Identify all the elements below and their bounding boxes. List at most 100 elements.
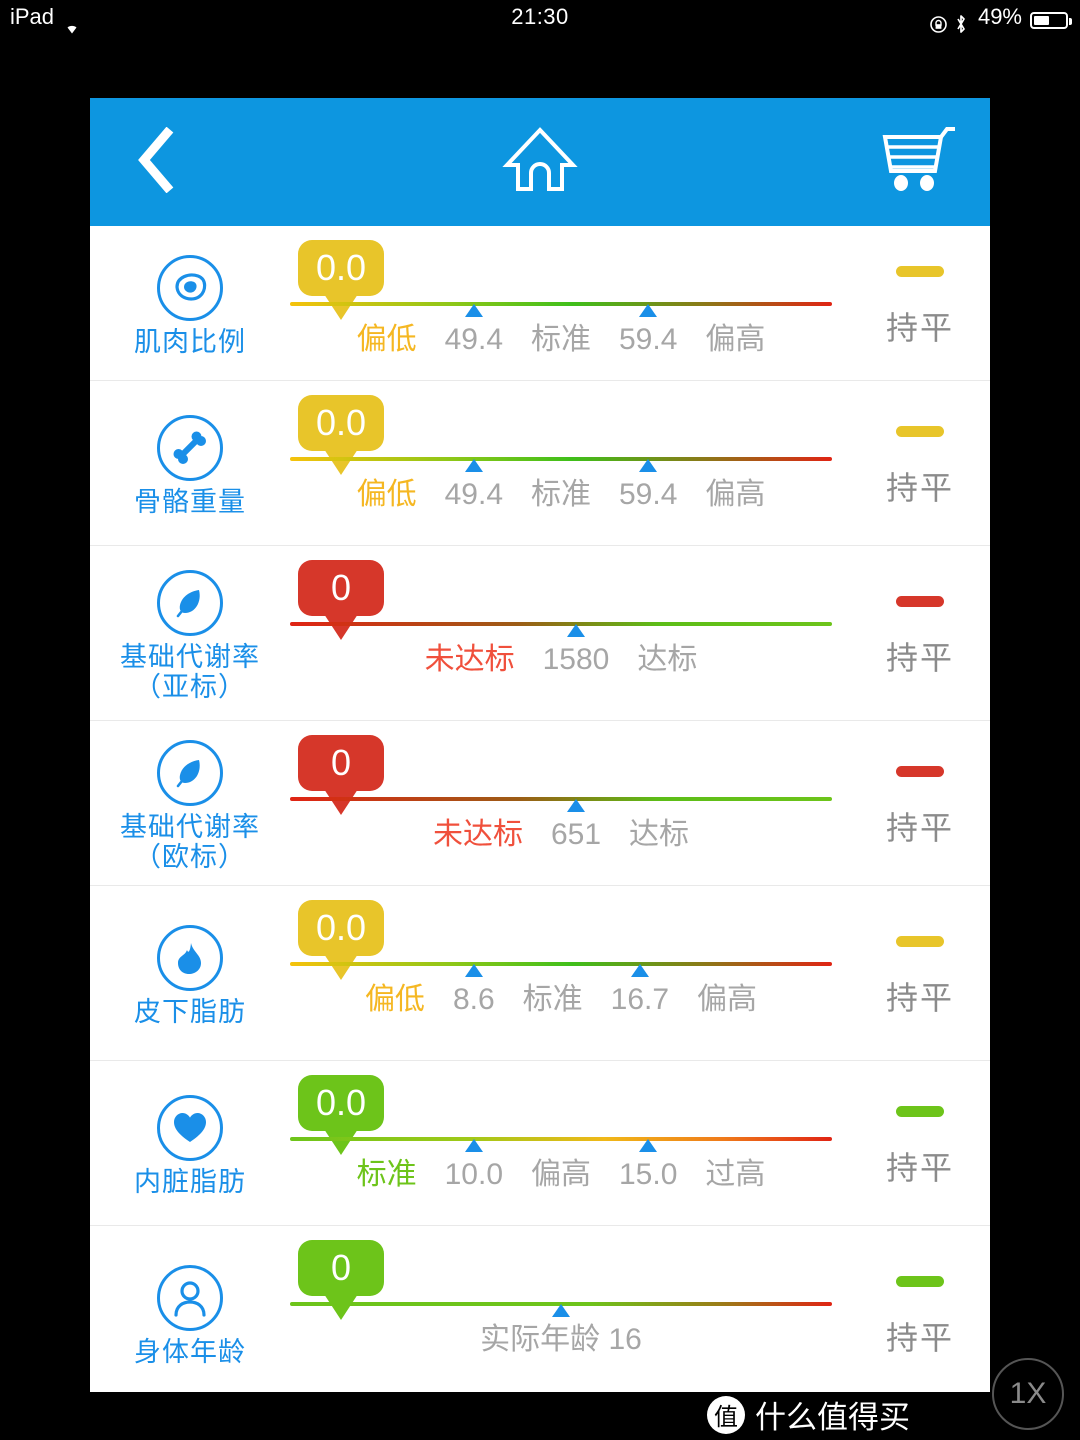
range-scale: 偏低 8.6 标准 16.7 偏高	[290, 978, 832, 1022]
scale-label: 过高	[705, 1158, 766, 1191]
meat-icon	[157, 255, 223, 321]
scale-label: 偏高	[705, 478, 766, 511]
metric-identity: 内脏脂肪	[90, 1061, 290, 1225]
range-bar	[290, 797, 832, 801]
metric-identity: 肌肉比例	[90, 226, 290, 380]
screen: iPad 21:30 49% 肌肉比例 0.0 偏低 49.4 标准 59.4 …	[0, 0, 1080, 1440]
scale-label: 偏高	[697, 983, 758, 1016]
metric-name-sublabel: （欧标）	[134, 842, 246, 872]
scale-tick: 10.0	[433, 1153, 515, 1197]
home-button[interactable]	[497, 124, 583, 200]
metric-identity: 身体年龄	[90, 1226, 290, 1392]
app-window: 肌肉比例 0.0 偏低 49.4 标准 59.4 偏高 持平 骨骼重量 0.0 偏低 49.4 标准 59…	[90, 98, 990, 1392]
value-bubble-wrap: 0.0	[298, 395, 384, 451]
back-button[interactable]	[118, 124, 194, 200]
metric-row[interactable]: 骨骼重量 0.0 偏低 49.4 标准 59.4 偏高 持平	[90, 381, 990, 546]
bluetooth-icon	[954, 10, 970, 33]
person-icon	[157, 1265, 223, 1331]
scale-label: 未达标	[432, 818, 523, 851]
trend-indicator: 持平	[850, 721, 990, 885]
metrics-list: 肌肉比例 0.0 偏低 49.4 标准 59.4 偏高 持平 骨骼重量 0.0 偏低 49.4 标准 59…	[90, 226, 990, 1392]
range-bar	[290, 622, 832, 626]
trend-indicator: 持平	[850, 1226, 990, 1392]
bone-icon	[157, 415, 223, 481]
scale-label: 达标	[629, 818, 690, 851]
metric-row[interactable]: 皮下脂肪 0.0 偏低 8.6 标准 16.7 偏高 持平	[90, 886, 990, 1061]
heart-icon	[157, 1095, 223, 1161]
trend-dash-icon	[896, 425, 944, 437]
scale-label: 标准	[356, 1158, 417, 1191]
metric-row[interactable]: 基础代谢率 （欧标） 0 未达标 651 达标 持平	[90, 721, 990, 886]
trend-label: 持平	[885, 309, 954, 346]
value-bubble-wrap: 0.0	[298, 1075, 384, 1131]
metric-name-label: 内脏脂肪	[134, 1167, 246, 1197]
status-time: 21:30	[511, 4, 569, 29]
shopping-cart-icon	[879, 125, 959, 200]
metric-gauge: 0.0 标准 10.0 偏高 15.0 过高	[290, 1061, 850, 1225]
value-bubble-wrap: 0	[298, 1240, 384, 1296]
metric-row[interactable]: 身体年龄 0 实际年龄 16 持平	[90, 1226, 990, 1392]
scale-label: 未达标	[424, 643, 515, 676]
scale-tick: 49.4	[433, 318, 515, 362]
metric-name-label: 皮下脂肪	[134, 997, 246, 1027]
scale-tick: 实际年龄 16	[468, 1318, 654, 1362]
scale-label: 偏高	[531, 1158, 591, 1191]
watermark-badge: 值	[707, 1395, 745, 1434]
metric-row[interactable]: 肌肉比例 0.0 偏低 49.4 标准 59.4 偏高 持平	[90, 226, 990, 381]
scale-tick: 8.6	[441, 978, 507, 1022]
metric-gauge: 0.0 偏低 49.4 标准 59.4 偏高	[290, 226, 850, 380]
metric-identity: 骨骼重量	[90, 381, 290, 545]
value-text: 0	[330, 1247, 352, 1288]
leaf-icon	[157, 570, 223, 636]
scale-label: 偏高	[705, 323, 766, 356]
scale-tick: 651	[539, 813, 613, 857]
range-scale: 偏低 49.4 标准 59.4 偏高	[290, 318, 832, 362]
watermark-text: 什么值得买	[755, 1400, 910, 1435]
home-icon	[502, 125, 578, 200]
metric-row[interactable]: 内脏脂肪 0.0 标准 10.0 偏高 15.0 过高 持平	[90, 1061, 990, 1226]
range-scale: 偏低 49.4 标准 59.4 偏高	[290, 473, 832, 517]
value-text: 0	[330, 567, 352, 608]
trend-dash-icon	[896, 1105, 944, 1117]
trend-label: 持平	[885, 469, 954, 506]
value-text: 0	[330, 742, 352, 783]
value-bubble: 0.0	[298, 900, 384, 956]
trend-indicator: 持平	[850, 381, 990, 545]
trend-label: 持平	[885, 639, 954, 676]
scale-label: 偏低	[356, 478, 417, 511]
range-bar	[290, 302, 832, 306]
scale-label: 偏低	[364, 983, 425, 1016]
value-text: 0.0	[315, 907, 367, 948]
leaf-icon	[157, 740, 223, 806]
metric-gauge: 0 未达标 651 达标	[290, 721, 850, 885]
range-scale: 标准 10.0 偏高 15.0 过高	[290, 1153, 832, 1197]
scale-tick: 59.4	[607, 318, 689, 362]
zoom-level-badge[interactable]: 1X	[992, 1358, 1064, 1430]
scale-label: 标准	[531, 478, 591, 511]
value-bubble-wrap: 0.0	[298, 900, 384, 956]
metric-gauge: 0 实际年龄 16	[290, 1226, 850, 1392]
battery-percent-label: 49%	[977, 4, 1022, 29]
app-navbar	[90, 98, 990, 226]
scale-label: 达标	[637, 643, 698, 676]
value-bubble: 0.0	[298, 395, 384, 451]
metric-name-label: 基础代谢率	[120, 642, 260, 672]
trend-dash-icon	[896, 935, 944, 947]
trend-label: 持平	[885, 979, 954, 1016]
cart-button[interactable]	[876, 124, 962, 200]
range-scale: 实际年龄 16	[290, 1318, 832, 1362]
range-bar	[290, 1137, 832, 1141]
value-bubble-wrap: 0	[298, 560, 384, 616]
metric-gauge: 0 未达标 1580 达标	[290, 546, 850, 720]
metric-name-label: 骨骼重量	[134, 487, 246, 517]
trend-dash-icon	[896, 595, 944, 607]
scale-label: 偏低	[356, 323, 417, 356]
value-bubble: 0	[298, 735, 384, 791]
metric-gauge: 0.0 偏低 49.4 标准 59.4 偏高	[290, 381, 850, 545]
scale-label: 标准	[522, 983, 583, 1016]
metric-row[interactable]: 基础代谢率 （亚标） 0 未达标 1580 达标 持平	[90, 546, 990, 721]
trend-dash-icon	[896, 265, 944, 277]
metric-identity: 基础代谢率 （亚标）	[90, 546, 290, 720]
metric-name-label: 肌肉比例	[134, 327, 246, 357]
watermark: 值 什么值得买	[707, 1392, 910, 1437]
